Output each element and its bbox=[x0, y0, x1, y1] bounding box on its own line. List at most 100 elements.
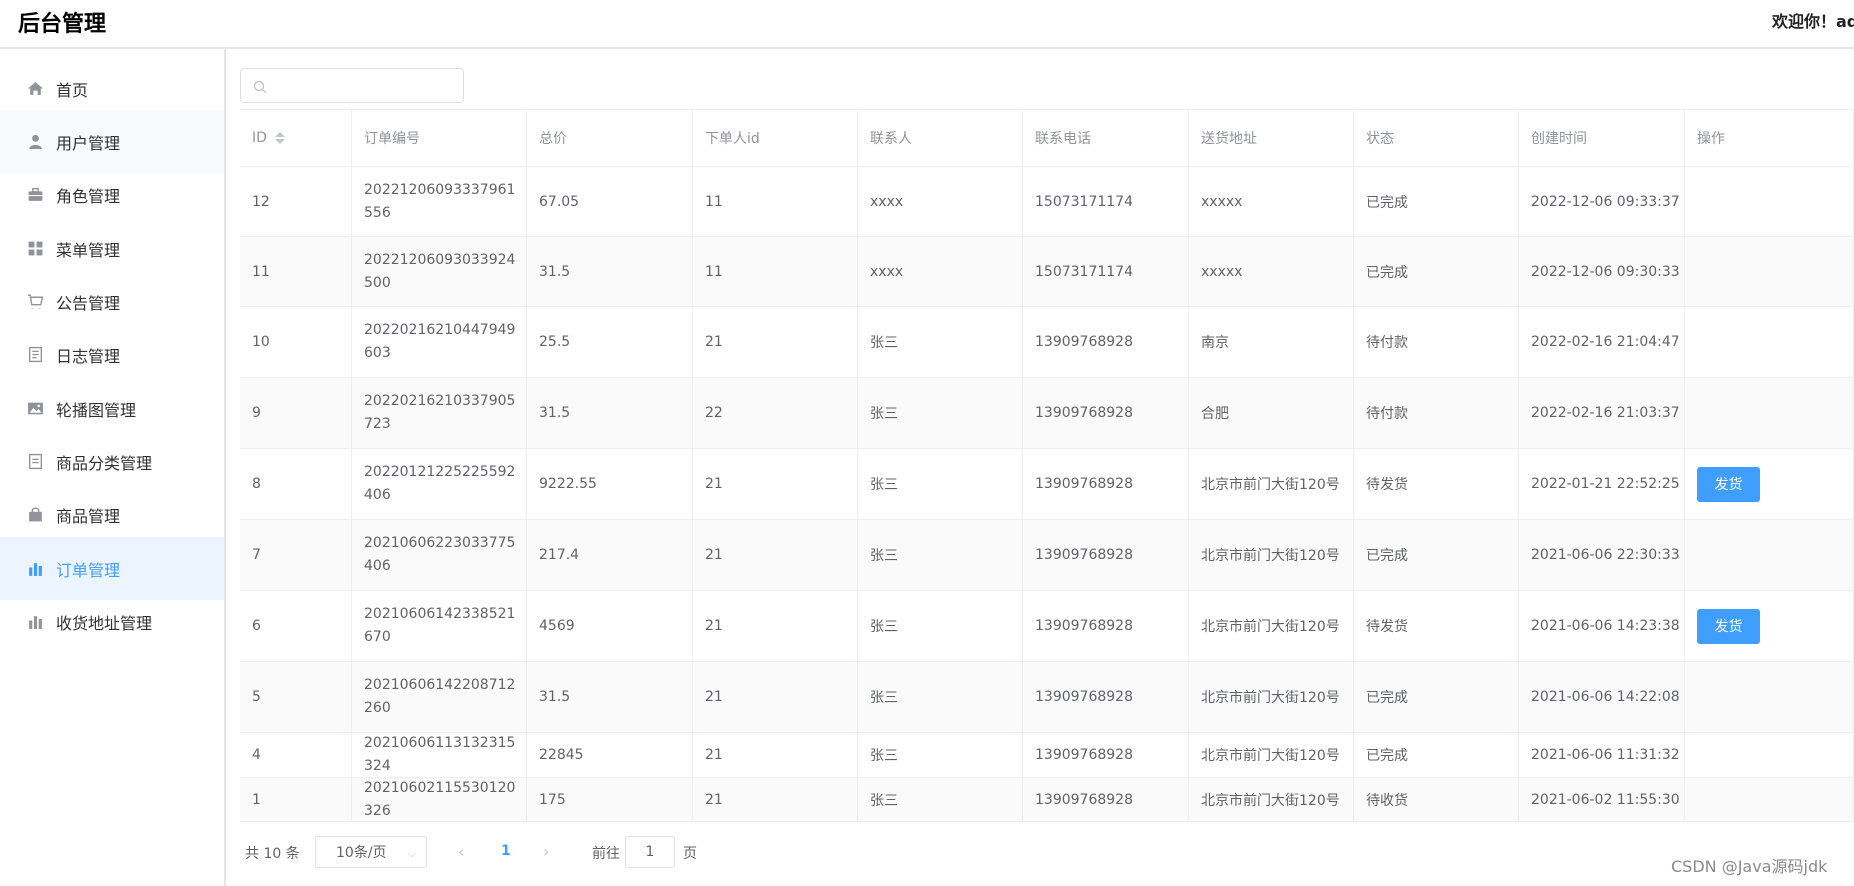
column-header: 联系电话 bbox=[1023, 110, 1189, 166]
sidebar-item-label: 首页 bbox=[56, 80, 89, 100]
cell-order-no: 20220121225225592406 bbox=[352, 449, 527, 519]
total-value: 217.4 bbox=[539, 547, 580, 563]
cell-contact: 张三 bbox=[858, 733, 1023, 777]
ship-button[interactable]: 发货 bbox=[1697, 466, 1760, 502]
cell-status: 待发货 bbox=[1354, 591, 1519, 661]
page-suffix: 页 bbox=[683, 846, 697, 862]
order-no-value: 20221206093033924500 bbox=[364, 251, 516, 291]
welcome-text[interactable]: 欢迎你！ad bbox=[1772, 8, 1854, 32]
cell-order-no: 20210606142338521670 bbox=[352, 591, 527, 661]
cell-order-no: 20210606223033775406 bbox=[352, 520, 527, 590]
created-value: 2021-06-06 11:31:32 bbox=[1531, 747, 1680, 763]
created-value: 2021-06-06 14:23:38 bbox=[1531, 618, 1680, 634]
column-header[interactable]: ID bbox=[240, 110, 352, 166]
current-page-number[interactable]: 1 bbox=[501, 843, 511, 859]
goto-page-input[interactable] bbox=[625, 836, 675, 868]
table-header-row: ID 订单编号 总价 下单人id 联系人 联系电话 送货地址 状态 创建时间 操作 bbox=[240, 110, 1854, 167]
cell-user-id: 22 bbox=[693, 378, 858, 448]
created-value: 2022-01-21 22:52:25 bbox=[1531, 476, 1680, 492]
sidebar-item-label: 收货地址管理 bbox=[56, 613, 153, 633]
total-value: 31.5 bbox=[539, 405, 571, 421]
phone-value: 13909768928 bbox=[1035, 334, 1133, 350]
phone-value: 13909768928 bbox=[1035, 405, 1133, 421]
cell-contact: 张三 bbox=[858, 378, 1023, 448]
search-input[interactable] bbox=[275, 73, 459, 100]
page-size-select[interactable]: 10条/页 ⌵ bbox=[315, 836, 427, 868]
next-page-icon[interactable]: › bbox=[543, 842, 549, 861]
cell-user-id: 11 bbox=[693, 167, 858, 236]
address-value: 南京 bbox=[1201, 335, 1229, 351]
cell-total: 31.5 bbox=[527, 237, 693, 306]
cell-phone: 13909768928 bbox=[1023, 591, 1189, 661]
cell-phone: 15073171174 bbox=[1023, 237, 1189, 306]
app-title: 后台管理 bbox=[18, 12, 107, 37]
status-value: 待付款 bbox=[1366, 406, 1408, 422]
cell-action bbox=[1685, 307, 1854, 377]
sidebar-item-11[interactable]: 收货地址管理 bbox=[0, 590, 224, 653]
created-value: 2021-06-02 11:55:30 bbox=[1531, 791, 1680, 808]
cell-phone: 13909768928 bbox=[1023, 449, 1189, 519]
cell-contact: 张三 bbox=[858, 778, 1023, 821]
cell-id: 11 bbox=[240, 237, 352, 306]
table-row: 11 20221206093033924500 31.5 11 xxxx 15073171… bbox=[240, 237, 1854, 307]
column-header-label: 总价 bbox=[539, 131, 567, 147]
address-value: 北京市前门大街120号 bbox=[1201, 548, 1340, 564]
table-row: 12 20221206093337961556 67.05 11 xxxx 1507317… bbox=[240, 167, 1854, 237]
cell-action bbox=[1685, 778, 1854, 821]
picture-icon bbox=[27, 400, 44, 417]
column-header: 创建时间 bbox=[1519, 110, 1685, 166]
cell-action bbox=[1685, 167, 1854, 236]
table-row: 7 20210606223033775406 217.4 21 张三 1390976892… bbox=[240, 520, 1854, 591]
cell-created: 2021-06-06 14:23:38 bbox=[1519, 591, 1685, 661]
user-id-value: 22 bbox=[705, 405, 723, 421]
column-header-label: 联系电话 bbox=[1035, 131, 1091, 147]
cell-contact: 张三 bbox=[858, 591, 1023, 661]
column-header-label: 联系人 bbox=[870, 131, 912, 147]
phone-value: 15073171174 bbox=[1035, 263, 1133, 280]
phone-value: 13909768928 bbox=[1035, 547, 1133, 563]
order-no-value: 20210602115530120326 bbox=[364, 779, 516, 819]
cell-status: 已完成 bbox=[1354, 167, 1519, 236]
briefcase-icon bbox=[27, 186, 44, 203]
cell-order-no: 20221206093337961556 bbox=[352, 167, 527, 236]
ship-button[interactable]: 发货 bbox=[1697, 608, 1760, 644]
id-value: 4 bbox=[252, 747, 261, 763]
cell-address: xxxxx bbox=[1189, 167, 1354, 236]
orders-table: ID 订单编号 总价 下单人id 联系人 联系电话 送货地址 状态 创建时间 操作 12 202212… bbox=[240, 109, 1854, 822]
search-box[interactable] bbox=[240, 68, 464, 103]
cell-total: 31.5 bbox=[527, 662, 693, 732]
cell-id: 10 bbox=[240, 307, 352, 377]
sort-icon[interactable] bbox=[274, 132, 285, 144]
cell-total: 175 bbox=[527, 778, 693, 821]
table-row: 9 20220216210337905723 31.5 22 张三 13909768928… bbox=[240, 378, 1854, 449]
cell-contact: 张三 bbox=[858, 449, 1023, 519]
column-header-label: 创建时间 bbox=[1531, 131, 1587, 147]
cell-status: 待发货 bbox=[1354, 449, 1519, 519]
user-id-value: 21 bbox=[705, 618, 723, 634]
column-header: 订单编号 bbox=[352, 110, 527, 166]
table-row: 4 20210606113132315324 22845 21 张三 1390976892… bbox=[240, 733, 1854, 778]
order-no-value: 20220216210337905723 bbox=[364, 393, 516, 432]
id-value: 12 bbox=[252, 193, 270, 210]
cell-action: 发货 bbox=[1685, 591, 1854, 661]
cell-user-id: 21 bbox=[693, 520, 858, 590]
cell-phone: 13909768928 bbox=[1023, 662, 1189, 732]
table-row: 5 20210606142208712260 31.5 21 张三 13909768928… bbox=[240, 662, 1854, 733]
created-value: 2022-02-16 21:03:37 bbox=[1531, 405, 1680, 421]
cell-total: 9222.55 bbox=[527, 449, 693, 519]
order-no-value: 20221206093337961556 bbox=[364, 181, 516, 221]
cell-order-no: 20221206093033924500 bbox=[352, 237, 527, 306]
cell-id: 4 bbox=[240, 733, 352, 777]
cell-phone: 13909768928 bbox=[1023, 778, 1189, 821]
sidebar-item-label: 角色管理 bbox=[56, 186, 121, 206]
user-id-value: 21 bbox=[705, 547, 723, 563]
user-id-value: 21 bbox=[705, 747, 723, 763]
cell-total: 22845 bbox=[527, 733, 693, 777]
created-value: 2022-12-06 09:33:37 bbox=[1531, 193, 1680, 210]
user-id-value: 11 bbox=[705, 193, 723, 210]
cell-address: xxxxx bbox=[1189, 237, 1354, 306]
cell-id: 12 bbox=[240, 167, 352, 236]
prev-page-icon[interactable]: ‹ bbox=[458, 842, 464, 861]
cell-total: 217.4 bbox=[527, 520, 693, 590]
status-value: 待付款 bbox=[1366, 335, 1408, 351]
